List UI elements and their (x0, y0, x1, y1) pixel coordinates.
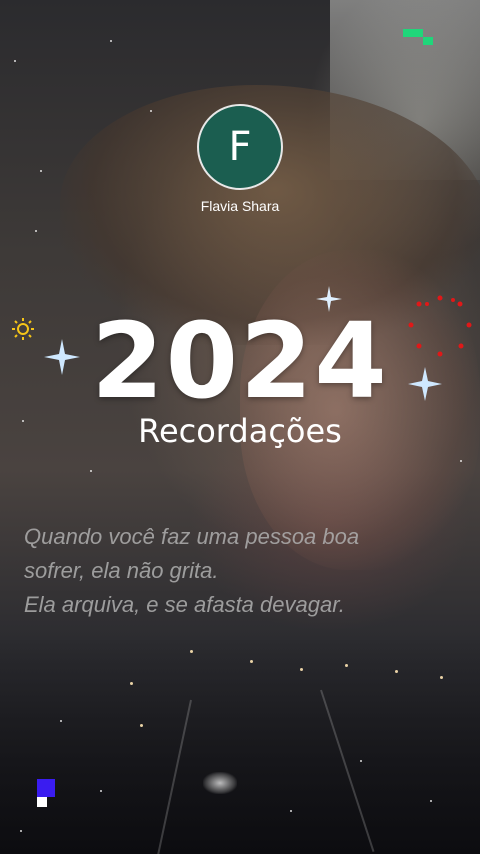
year-title: 2024 (91, 300, 389, 422)
city-light (250, 660, 253, 663)
city-light (395, 670, 398, 673)
star-dot (460, 460, 462, 462)
star-dot (60, 720, 62, 722)
background-car-lights (203, 772, 237, 794)
green-pixel-icon (403, 29, 433, 45)
story-screen: F Flavia Shara 2024 Recordações Quando v… (0, 0, 480, 854)
star-dot (40, 170, 42, 172)
profile-avatar[interactable]: F (197, 104, 283, 190)
quote-line: Ela arquiva, e se afasta devagar. (24, 592, 345, 617)
memories-subtitle: Recordações (138, 412, 342, 450)
city-light (345, 664, 348, 667)
quote-text: Quando você faz uma pessoa boa sofrer, e… (24, 520, 464, 622)
city-light (140, 724, 143, 727)
avatar-initial: F (228, 124, 252, 170)
quote-line: sofrer, ela não grita. (24, 558, 219, 583)
star-dot (90, 470, 92, 472)
star-dot (14, 60, 16, 62)
star-dot (360, 760, 362, 762)
city-light (300, 668, 303, 671)
city-light (190, 650, 193, 653)
profile-username[interactable]: Flavia Shara (0, 198, 480, 214)
star-dot (430, 800, 432, 802)
star-dot (110, 40, 112, 42)
star-dot (150, 110, 152, 112)
city-light (130, 682, 133, 685)
star-dot (100, 790, 102, 792)
blue-pixel-icon (37, 779, 55, 807)
star-dot (20, 830, 22, 832)
star-dot (35, 230, 37, 232)
background-night-road (0, 640, 480, 854)
quote-line: Quando você faz uma pessoa boa (24, 524, 360, 549)
star-dot (290, 810, 292, 812)
city-light (440, 676, 443, 679)
